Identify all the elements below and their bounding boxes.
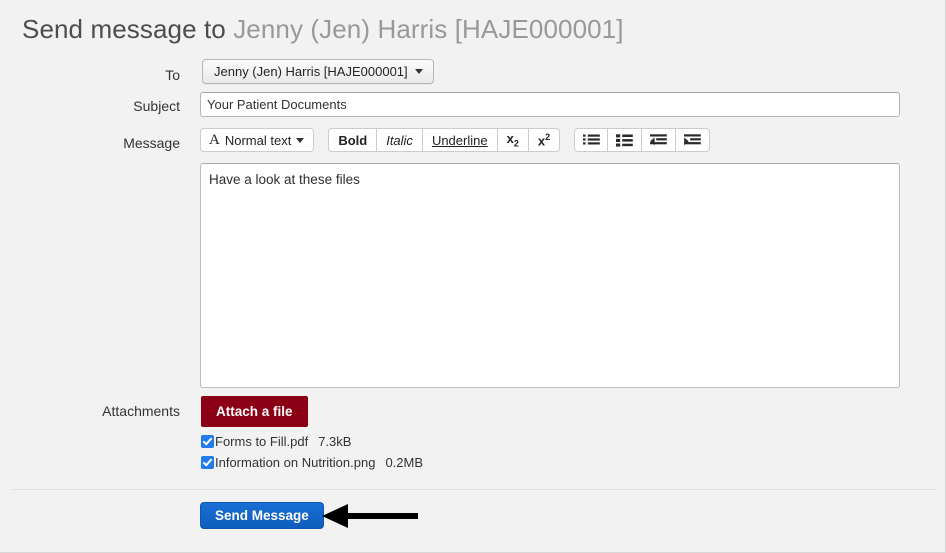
message-body-textarea[interactable]	[200, 163, 900, 388]
attach-a-file-button-label: Attach a file	[216, 404, 293, 419]
text-style-dropdown[interactable]: A Normal text	[200, 128, 315, 152]
outdent-button[interactable]	[642, 128, 677, 152]
attach-a-file-button[interactable]: Attach a file	[201, 396, 308, 427]
superscript-button[interactable]: x2	[528, 128, 561, 152]
superscript-button-label: x2	[537, 131, 551, 149]
attachment-filesize: 7.3kB	[318, 433, 352, 449]
to-recipient-value: Jenny (Jen) Harris [HAJE000001]	[214, 64, 408, 79]
send-message-button[interactable]: Send Message	[200, 502, 324, 529]
indent-button[interactable]	[676, 128, 711, 152]
list-item[interactable]: Forms to Fill.pdf 7.3kB	[201, 432, 423, 450]
attachment-filename: Forms to Fill.pdf	[215, 433, 309, 449]
font-A-icon: A	[209, 131, 220, 148]
bold-button[interactable]: Bold	[328, 128, 378, 152]
editor-toolbar: A Normal text Bold Italic Underline x2 x…	[200, 128, 711, 152]
list-item[interactable]: Information on Nutrition.png 0.2MB	[201, 453, 423, 471]
subject-input[interactable]	[200, 92, 900, 117]
footer-divider	[11, 489, 936, 490]
attachment-filename: Information on Nutrition.png	[215, 454, 376, 470]
underline-button[interactable]: Underline	[422, 128, 498, 152]
attachment-list: Forms to Fill.pdf 7.3kB Information on N…	[201, 432, 423, 474]
send-message-page: Send message to Jenny (Jen) Harris [HAJE…	[0, 0, 946, 553]
page-title: Send message to Jenny (Jen) Harris [HAJE…	[22, 14, 624, 45]
subscript-button[interactable]: x2	[497, 128, 529, 152]
attachment-filesize: 0.2MB	[385, 454, 424, 470]
format-button-group: Bold Italic Underline x2 x2	[328, 128, 561, 152]
to-recipient-dropdown[interactable]: Jenny (Jen) Harris [HAJE000001]	[202, 59, 434, 84]
annotation-arrow-left-icon	[322, 504, 418, 528]
page-title-recipient: Jenny (Jen) Harris [HAJE000001]	[233, 14, 624, 44]
attachment-checkbox[interactable]	[201, 434, 214, 448]
italic-button[interactable]: Italic	[377, 128, 423, 152]
underline-button-label: Underline	[431, 132, 488, 148]
subject-label: Subject	[133, 98, 180, 114]
bold-button-label: Bold	[338, 132, 368, 148]
list-button-group	[574, 128, 711, 152]
subscript-button-label: x2	[506, 131, 519, 149]
chevron-down-icon	[296, 137, 305, 143]
bulleted-list-icon	[582, 134, 600, 144]
outdent-icon	[650, 133, 667, 145]
indent-icon	[684, 133, 701, 145]
numbered-list-button[interactable]	[608, 128, 643, 152]
page-title-prefix: Send message to	[22, 14, 226, 44]
attachments-label: Attachments	[102, 403, 180, 419]
text-style-label: Normal text	[224, 132, 292, 148]
numbered-list-icon	[616, 133, 633, 147]
send-message-button-label: Send Message	[215, 508, 309, 523]
chevron-down-icon	[414, 69, 423, 74]
to-label: To	[165, 67, 180, 83]
bulleted-list-button[interactable]	[574, 128, 609, 152]
italic-button-label: Italic	[386, 132, 413, 148]
message-label: Message	[123, 135, 180, 151]
attachment-checkbox[interactable]	[201, 455, 214, 469]
text-style-group: A Normal text	[200, 128, 315, 152]
